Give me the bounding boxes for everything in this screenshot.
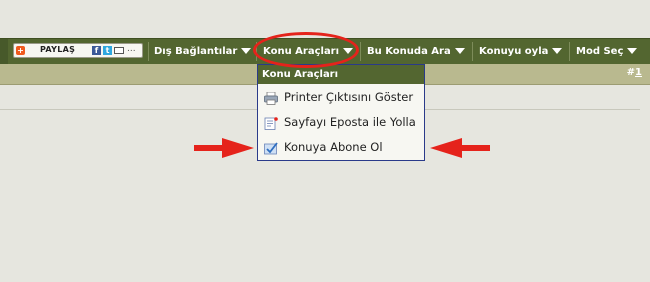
mail-icon[interactable]	[114, 47, 124, 54]
menu-title: Konu Araçları	[258, 65, 424, 84]
post-number-link[interactable]: 1	[635, 67, 642, 78]
share-button[interactable]: + PAYLAŞ f t ...	[13, 43, 143, 58]
printer-icon	[264, 91, 278, 105]
subscribe-icon	[264, 141, 278, 155]
chevron-down-icon	[552, 48, 563, 54]
post-number: #1	[626, 67, 642, 78]
thread-tools-menu: Konu Araçları Printer Çıktısını Göster S…	[257, 64, 425, 161]
nav-separator	[148, 42, 149, 61]
nav-label: Konuyu oyla	[479, 46, 549, 57]
share-label: PAYLAŞ	[40, 45, 76, 54]
menu-item-label: Konuya Abone Ol	[284, 140, 383, 154]
more-icon[interactable]: ...	[127, 44, 136, 54]
menu-item-label: Printer Çıktısını Göster	[284, 90, 414, 104]
menu-item-email[interactable]: Sayfayı Eposta ile Yolla	[264, 112, 416, 132]
nav-rate-thread[interactable]: Konuyu oyla	[479, 39, 563, 64]
nav-search-thread[interactable]: Bu Konuda Ara	[367, 39, 465, 64]
nav-mod-select[interactable]: Mod Seç	[576, 39, 638, 64]
nav-separator	[360, 42, 361, 61]
nav-external-links[interactable]: Dış Bağlantılar	[154, 39, 252, 64]
nav-separator	[569, 42, 570, 61]
nav-label: Bu Konuda Ara	[367, 46, 451, 57]
menu-item-print[interactable]: Printer Çıktısını Göster	[264, 87, 413, 107]
highlight-circle	[253, 32, 359, 68]
nav-separator	[472, 42, 473, 61]
nav-label: Dış Bağlantılar	[154, 46, 238, 57]
email-page-icon	[264, 116, 278, 130]
toolbar-left-edge	[0, 39, 8, 64]
menu-item-subscribe[interactable]: Konuya Abone Ol	[264, 137, 383, 157]
facebook-icon[interactable]: f	[92, 46, 101, 55]
arrow-left-icon	[430, 138, 490, 158]
twitter-icon[interactable]: t	[103, 46, 112, 55]
chevron-down-icon	[627, 48, 638, 54]
plus-icon: +	[16, 46, 25, 55]
arrow-right-icon	[194, 138, 254, 158]
chevron-down-icon	[454, 48, 465, 54]
menu-item-label: Sayfayı Eposta ile Yolla	[284, 115, 416, 129]
chevron-down-icon	[241, 48, 252, 54]
nav-label: Mod Seç	[576, 46, 624, 57]
